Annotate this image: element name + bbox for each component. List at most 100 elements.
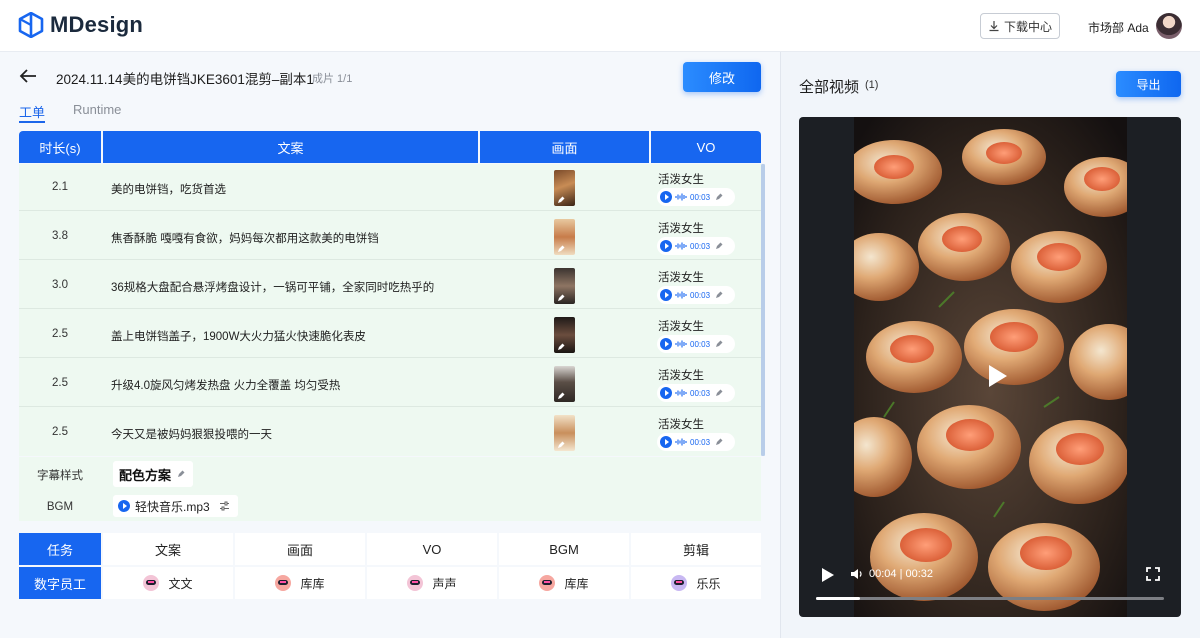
volume-icon[interactable] bbox=[850, 568, 864, 580]
scene-thumbnail[interactable] bbox=[554, 268, 575, 304]
pen-icon[interactable] bbox=[715, 193, 723, 201]
table-scrollbar[interactable] bbox=[761, 164, 765, 456]
robot-avatar-icon bbox=[143, 575, 160, 591]
pen-icon[interactable] bbox=[715, 340, 723, 348]
audio-wave-icon bbox=[675, 242, 687, 250]
pen-icon[interactable] bbox=[715, 291, 723, 299]
duration-cell: 3.0 bbox=[52, 279, 68, 291]
avatar[interactable] bbox=[1156, 13, 1182, 39]
user-name[interactable]: 市场部 Ada bbox=[1088, 19, 1149, 36]
audio-wave-icon bbox=[675, 340, 687, 348]
pen-icon[interactable] bbox=[715, 389, 723, 397]
video-player[interactable]: 00:04 | 00:32 bbox=[799, 117, 1181, 617]
scrollbar-thumb[interactable] bbox=[761, 164, 765, 456]
vo-audio-pill[interactable]: 00:03 bbox=[657, 188, 735, 206]
video-progress-bar[interactable] bbox=[816, 597, 1164, 600]
vo-duration: 00:03 bbox=[690, 339, 711, 349]
agent-cell[interactable]: 乐乐 bbox=[631, 567, 761, 599]
download-center-label: 下载中心 bbox=[1003, 19, 1052, 34]
bgm-chip[interactable]: 轻快音乐.mp3 bbox=[113, 495, 238, 517]
script-table-body: 2.1 美的电饼铛，吃货首选 活泼女生 00:03 3.8 焦香酥脆 嘎嘎有食欲… bbox=[19, 164, 765, 456]
edit-button[interactable]: 修改 bbox=[683, 62, 761, 92]
play-icon[interactable] bbox=[660, 387, 672, 399]
scene-thumbnail[interactable] bbox=[554, 317, 575, 353]
play-icon[interactable] bbox=[821, 567, 835, 583]
vo-audio-pill[interactable]: 00:03 bbox=[657, 335, 735, 353]
vo-voice: 活泼女生 bbox=[658, 419, 704, 431]
tab-work-order[interactable]: 工单 bbox=[19, 102, 46, 123]
scene-thumbnail[interactable] bbox=[554, 219, 575, 255]
robot-avatar-icon bbox=[275, 575, 292, 591]
task-header-vo: VO bbox=[367, 533, 497, 565]
vo-duration: 00:03 bbox=[690, 192, 711, 202]
copy-cell[interactable]: 36规格大盘配合悬浮烤盘设计，一锅可平铺，全家同时吃热乎的 bbox=[111, 279, 434, 295]
vo-voice: 活泼女生 bbox=[658, 321, 704, 333]
vo-audio-pill[interactable]: 00:03 bbox=[657, 433, 735, 451]
adjust-icon[interactable] bbox=[219, 501, 230, 511]
task-header-copy: 文案 bbox=[103, 533, 233, 565]
duration-cell: 2.5 bbox=[52, 377, 68, 389]
pen-icon[interactable] bbox=[177, 470, 185, 478]
export-button[interactable]: 导出 bbox=[1116, 71, 1181, 97]
duration-cell: 3.8 bbox=[52, 230, 68, 242]
play-icon[interactable] bbox=[118, 500, 130, 512]
copy-cell[interactable]: 升级4.0旋风匀烤发热盘 火力全覆盖 均匀受热 bbox=[111, 377, 340, 393]
vo-audio-pill[interactable]: 00:03 bbox=[657, 384, 735, 402]
column-header-duration: 时长(s) bbox=[19, 131, 101, 163]
pen-icon[interactable] bbox=[715, 438, 723, 446]
pen-icon bbox=[558, 441, 565, 448]
scene-thumbnail[interactable] bbox=[554, 170, 575, 206]
tab-runtime[interactable]: Runtime bbox=[73, 102, 121, 117]
copy-cell[interactable]: 盖上电饼铛盖子，1900W大火力猛火快速脆化表皮 bbox=[111, 328, 366, 344]
digital-staff-label: 数字员工 bbox=[19, 567, 101, 599]
subtitle-bgm-section: 字幕样式 配色方案 BGM 轻快音乐.mp3 bbox=[19, 457, 761, 521]
vo-audio-pill[interactable]: 00:03 bbox=[657, 237, 735, 255]
logo[interactable]: MDesign bbox=[18, 12, 143, 38]
vo-duration: 00:03 bbox=[690, 437, 711, 447]
video-count: (1) bbox=[865, 79, 879, 91]
pen-icon bbox=[558, 245, 565, 252]
play-icon[interactable] bbox=[660, 240, 672, 252]
audio-wave-icon bbox=[675, 438, 687, 446]
play-icon[interactable] bbox=[660, 191, 672, 203]
table-row: 3.0 36规格大盘配合悬浮烤盘设计，一锅可平铺，全家同时吃热乎的 活泼女生 0… bbox=[19, 262, 761, 309]
bgm-label: BGM bbox=[46, 501, 74, 513]
vo-voice: 活泼女生 bbox=[658, 223, 704, 235]
agent-cell[interactable]: 库库 bbox=[499, 567, 629, 599]
column-header-vo: VO bbox=[651, 131, 761, 163]
robot-avatar-icon bbox=[407, 575, 424, 591]
robot-avatar-icon bbox=[539, 575, 556, 591]
play-icon[interactable] bbox=[660, 436, 672, 448]
task-table: 任务 文案 画面 VO BGM 剪辑 数字员工 文文 库库 声声 库库 乐乐 bbox=[19, 533, 761, 599]
agent-name: 声声 bbox=[432, 576, 457, 591]
vo-voice: 活泼女生 bbox=[658, 174, 704, 186]
vo-duration: 00:03 bbox=[690, 241, 711, 251]
play-icon[interactable] bbox=[987, 363, 1009, 389]
audio-wave-icon bbox=[675, 291, 687, 299]
column-header-visual: 画面 bbox=[480, 131, 649, 163]
color-scheme-chip[interactable]: 配色方案 bbox=[113, 461, 194, 487]
scene-thumbnail[interactable] bbox=[554, 366, 575, 402]
copy-cell[interactable]: 今天又是被妈妈狠狠投喂的一天 bbox=[111, 426, 272, 442]
pen-icon[interactable] bbox=[715, 242, 723, 250]
play-icon[interactable] bbox=[660, 289, 672, 301]
vo-duration: 00:03 bbox=[690, 388, 711, 398]
duration-cell: 2.5 bbox=[52, 426, 68, 438]
agent-cell[interactable]: 声声 bbox=[367, 567, 497, 599]
download-center-button[interactable]: 下载中心 bbox=[980, 13, 1060, 39]
vo-voice: 活泼女生 bbox=[658, 370, 704, 382]
fullscreen-icon[interactable] bbox=[1146, 567, 1160, 581]
pen-icon bbox=[558, 343, 565, 350]
scene-thumbnail[interactable] bbox=[554, 415, 575, 451]
agent-cell[interactable]: 文文 bbox=[103, 567, 233, 599]
page-title: 2024.11.14美的电饼铛JKE3601混剪–副本1 bbox=[56, 72, 314, 87]
vo-audio-pill[interactable]: 00:03 bbox=[657, 286, 735, 304]
play-icon[interactable] bbox=[660, 338, 672, 350]
pen-icon bbox=[558, 196, 565, 203]
table-row: 3.8 焦香酥脆 嘎嘎有食欲，妈妈每次都用这款美的电饼铛 活泼女生 00:03 bbox=[19, 213, 761, 260]
copy-cell[interactable]: 美的电饼铛，吃货首选 bbox=[111, 181, 226, 197]
copy-cell[interactable]: 焦香酥脆 嘎嘎有食欲，妈妈每次都用这款美的电饼铛 bbox=[111, 230, 379, 246]
agent-cell[interactable]: 库库 bbox=[235, 567, 365, 599]
pen-icon bbox=[558, 392, 565, 399]
back-arrow-icon[interactable] bbox=[18, 66, 38, 86]
